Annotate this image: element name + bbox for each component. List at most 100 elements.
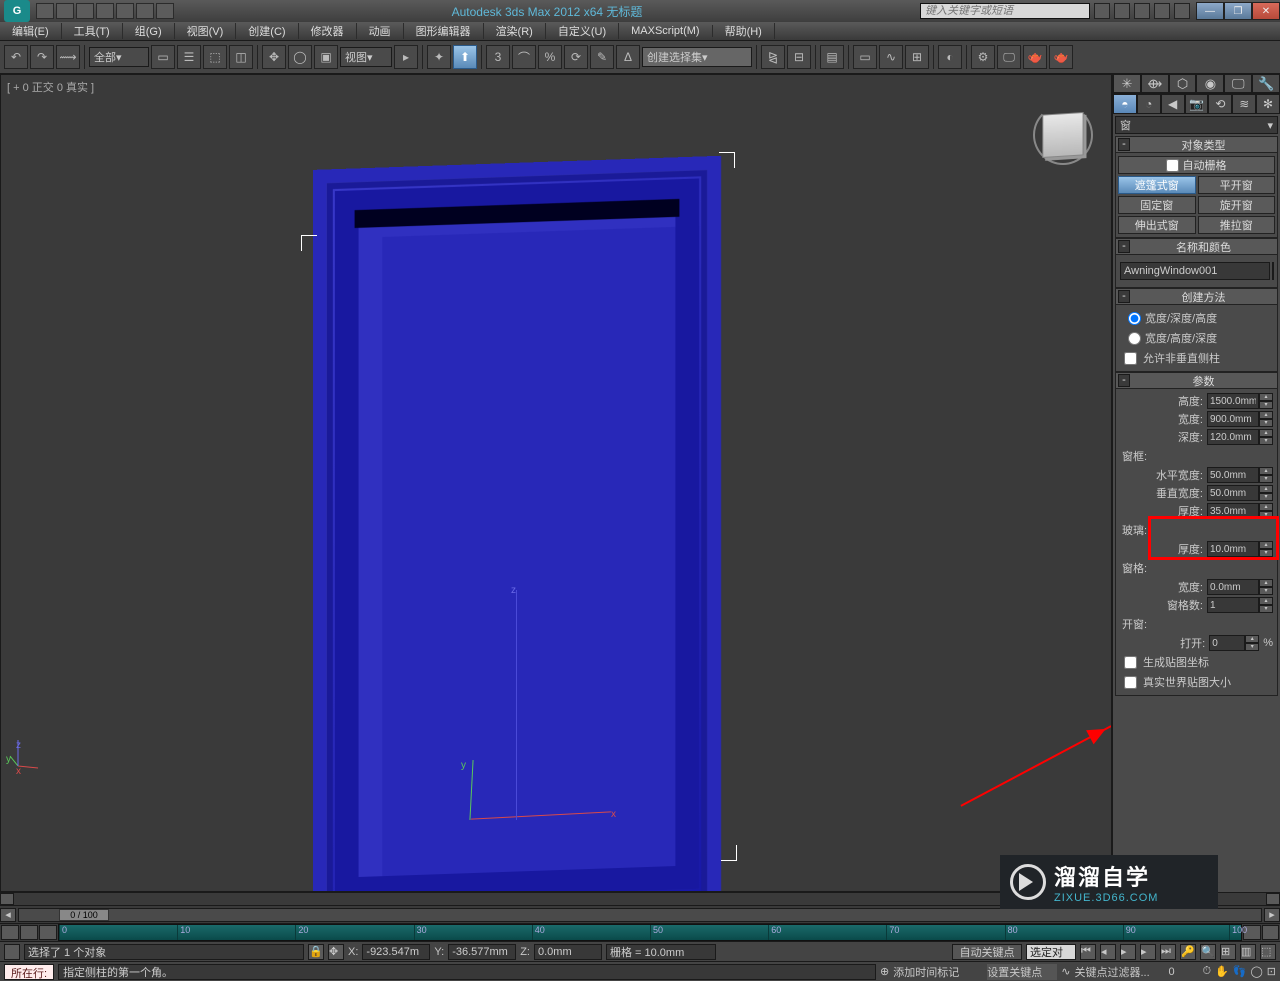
favorites-icon[interactable] bbox=[1154, 3, 1170, 19]
subtab-helpers[interactable]: ⟲ bbox=[1208, 94, 1232, 114]
menu-group[interactable]: 组(G) bbox=[123, 23, 175, 39]
qat-new-icon[interactable] bbox=[36, 3, 54, 19]
render-setup-icon[interactable]: ⚙ bbox=[971, 45, 995, 69]
menu-animation[interactable]: 动画 bbox=[357, 23, 404, 39]
subtab-geometry[interactable]: ◓ bbox=[1113, 94, 1137, 114]
rollout-toggle[interactable]: - bbox=[1118, 290, 1130, 303]
auto-grid-checkbox[interactable]: 自动栅格 bbox=[1118, 156, 1275, 174]
rotate-icon[interactable]: ◯ bbox=[288, 45, 312, 69]
nav-zoomall-icon[interactable]: ⊞ bbox=[1220, 944, 1236, 960]
spinner-snap-icon[interactable]: ⟳ bbox=[564, 45, 588, 69]
named-selection-dropdown[interactable]: 创建选择集 ▾ bbox=[642, 47, 752, 67]
curve-editor-icon[interactable]: ∿ bbox=[879, 45, 903, 69]
undo-link-icon[interactable]: ↶ bbox=[4, 45, 28, 69]
goto-start-icon[interactable]: ⏮ bbox=[1080, 944, 1096, 960]
maximize-button[interactable]: ❐ bbox=[1224, 2, 1252, 20]
depth-spinner[interactable]: ▴▾ bbox=[1207, 429, 1273, 445]
type-fixed-button[interactable]: 固定窗 bbox=[1118, 196, 1196, 214]
allow-nonvert-checkbox[interactable]: 允许非垂直侧柱 bbox=[1118, 348, 1275, 368]
rollout-toggle[interactable]: - bbox=[1118, 374, 1130, 387]
rollout-params-header[interactable]: 参数 bbox=[1132, 373, 1275, 389]
close-button[interactable]: ✕ bbox=[1252, 2, 1280, 20]
menu-modifiers[interactable]: 修改器 bbox=[299, 23, 357, 39]
maxscript-listener-icon[interactable] bbox=[4, 944, 20, 960]
infocenter-icon[interactable] bbox=[1094, 3, 1110, 19]
scroll-left-icon[interactable] bbox=[0, 893, 14, 905]
qat-undo-drop-icon[interactable] bbox=[116, 3, 134, 19]
rollout-toggle[interactable]: - bbox=[1118, 138, 1130, 151]
vframe-spinner[interactable]: ▴▾ bbox=[1207, 485, 1273, 501]
menu-views[interactable]: 视图(V) bbox=[175, 23, 237, 39]
rails-width-spinner[interactable]: ▴▾ bbox=[1207, 579, 1273, 595]
nav-maxtoggle-icon[interactable]: ⊡ bbox=[1267, 965, 1276, 978]
time-tag-icon[interactable]: ⊕ bbox=[880, 965, 889, 978]
timeline-zoom-icon[interactable] bbox=[1262, 925, 1280, 940]
type-awning-button[interactable]: 遮篷式窗 bbox=[1118, 176, 1196, 194]
tab-modify[interactable]: ⟴ bbox=[1141, 74, 1169, 93]
layer-manager-icon[interactable]: ▤ bbox=[820, 45, 844, 69]
autokey-button[interactable]: 自动关键点 bbox=[952, 944, 1022, 960]
nav-orbit-icon[interactable]: ◯ bbox=[1250, 965, 1262, 978]
viewport-label[interactable]: [ + 0 正交 0 真实 ] bbox=[7, 79, 94, 95]
play-icon[interactable]: ▸ bbox=[1120, 944, 1136, 960]
rails-count-spinner[interactable]: ▴▾ bbox=[1207, 597, 1273, 613]
method-wdh-radio[interactable]: 宽度/深度/高度 bbox=[1118, 308, 1275, 328]
subscription-icon[interactable] bbox=[1114, 3, 1130, 19]
type-casement-button[interactable]: 平开窗 bbox=[1198, 176, 1276, 194]
category-dropdown[interactable]: 窗▾ bbox=[1115, 116, 1278, 134]
rollout-name-color-header[interactable]: 名称和颜色 bbox=[1132, 239, 1275, 255]
fthick-spinner[interactable]: ▴▾ bbox=[1207, 503, 1273, 519]
tab-create[interactable]: ✳ bbox=[1113, 74, 1141, 93]
subtab-systems[interactable]: ✻ bbox=[1256, 94, 1280, 114]
ref-coord-dropdown[interactable]: 视图 ▾ bbox=[340, 47, 392, 67]
open-spinner[interactable]: ▴▾ bbox=[1209, 635, 1259, 651]
type-projected-button[interactable]: 伸出式窗 bbox=[1118, 216, 1196, 234]
rollout-toggle[interactable]: - bbox=[1118, 240, 1130, 253]
redo-link-icon[interactable]: ↷ bbox=[30, 45, 54, 69]
key-mode-icon[interactable]: 🔑 bbox=[1180, 944, 1196, 960]
menu-create[interactable]: 创建(C) bbox=[236, 23, 298, 39]
nav-walk-icon[interactable]: 👣 bbox=[1233, 965, 1247, 978]
menu-grapheditors[interactable]: 图形编辑器 bbox=[404, 23, 484, 39]
move-icon[interactable]: ✥ bbox=[262, 45, 286, 69]
timeline-mode-icon[interactable] bbox=[1, 925, 19, 940]
trackbar-prev-icon[interactable]: ◂ bbox=[0, 908, 16, 922]
menu-customize[interactable]: 自定义(U) bbox=[546, 23, 619, 39]
help-search-input[interactable] bbox=[920, 3, 1090, 19]
nav-zoomregion-icon[interactable]: ⬚ bbox=[1260, 944, 1276, 960]
minimize-button[interactable]: — bbox=[1196, 2, 1224, 20]
edit-named-sel-icon[interactable]: ✎ bbox=[590, 45, 614, 69]
qat-redo-drop-icon[interactable] bbox=[156, 3, 174, 19]
menu-maxscript[interactable]: MAXScript(M) bbox=[619, 25, 712, 37]
exchange-icon[interactable] bbox=[1134, 3, 1150, 19]
rect-region-icon[interactable]: ⬚ bbox=[203, 45, 227, 69]
tab-hierarchy[interactable]: ⬡ bbox=[1169, 74, 1197, 93]
render-production-icon[interactable]: 🫖 bbox=[1023, 45, 1047, 69]
prev-frame-icon[interactable]: ◂ bbox=[1100, 944, 1116, 960]
render-iterative-icon[interactable]: 🫖 bbox=[1049, 45, 1073, 69]
lock-selection-icon[interactable]: 🔒 bbox=[308, 944, 324, 960]
named-sel-prev-icon[interactable]: Δ bbox=[616, 45, 640, 69]
graphite-ribbon-icon[interactable]: ▭ bbox=[853, 45, 877, 69]
viewport[interactable]: [ + 0 正交 0 真实 ] x y z x y z bbox=[0, 74, 1112, 892]
selection-filter-dropdown[interactable]: 全部 ▾ bbox=[89, 47, 149, 67]
qat-undo-icon[interactable] bbox=[96, 3, 114, 19]
material-editor-icon[interactable]: ◐ bbox=[938, 45, 962, 69]
y-coord-field[interactable]: -36.577mm bbox=[448, 944, 516, 960]
qat-save-icon[interactable] bbox=[76, 3, 94, 19]
hframe-spinner[interactable]: ▴▾ bbox=[1207, 467, 1273, 483]
rendered-frame-icon[interactable]: 🖵 bbox=[997, 45, 1021, 69]
schematic-view-icon[interactable]: ⊞ bbox=[905, 45, 929, 69]
select-by-name-icon[interactable]: ☰ bbox=[177, 45, 201, 69]
real-world-map-checkbox[interactable]: 真实世界贴图大小 bbox=[1118, 672, 1275, 692]
window-crossing-icon[interactable]: ◫ bbox=[229, 45, 253, 69]
timeline-ruler[interactable]: 0 10 20 30 40 50 60 70 80 90 100 bbox=[58, 924, 1242, 941]
subtab-shapes[interactable]: ◔ bbox=[1137, 94, 1161, 114]
z-coord-field[interactable]: 0.0mm bbox=[534, 944, 602, 960]
height-spinner[interactable]: ▴▾ bbox=[1207, 393, 1273, 409]
goto-end-icon[interactable]: ⏭ bbox=[1160, 944, 1176, 960]
tab-motion[interactable]: ◉ bbox=[1196, 74, 1224, 93]
subtab-lights[interactable]: ◀ bbox=[1161, 94, 1185, 114]
object-color-swatch[interactable] bbox=[1272, 262, 1274, 280]
glass-thickness-spinner[interactable]: ▴▾ bbox=[1207, 541, 1273, 557]
